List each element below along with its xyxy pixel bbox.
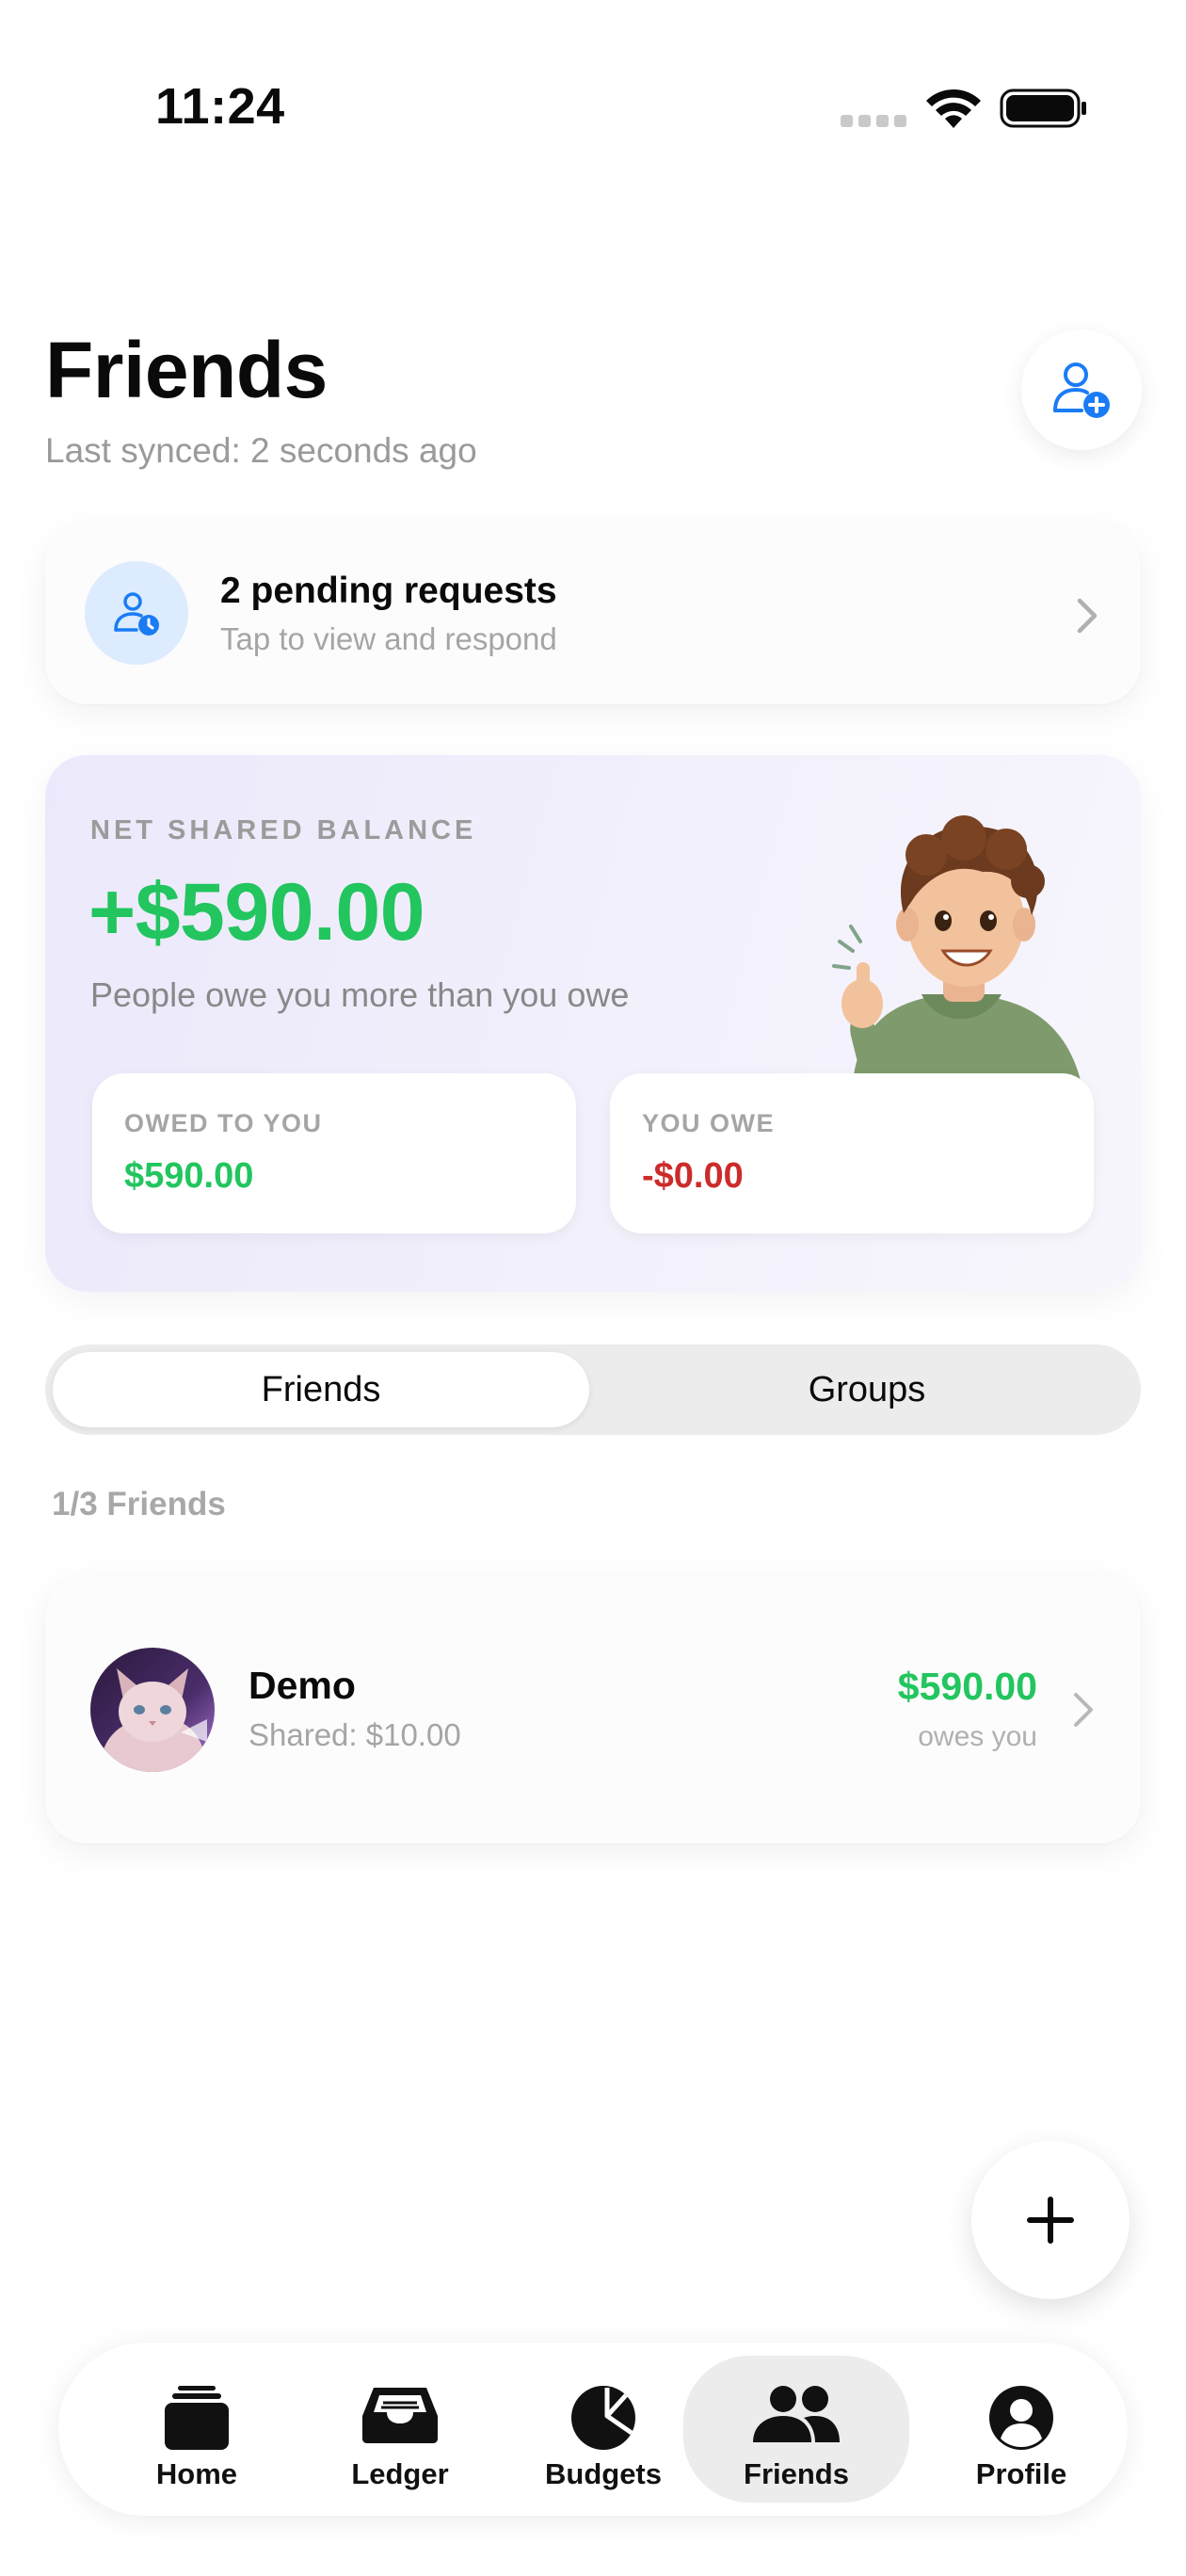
net-balance-amount: +$590.00: [88, 867, 425, 958]
friends-count-label: 1/3 Friends: [52, 1486, 226, 1522]
tab-label: Friends: [744, 2457, 849, 2490]
pie-chart-icon: [571, 2386, 635, 2450]
net-balance-description: People owe you more than you owe: [90, 975, 630, 1014]
status-time: 11:24: [155, 78, 285, 135]
pending-requests-icon-wrap: [85, 561, 188, 665]
chevron-right-icon: [1077, 598, 1098, 634]
friend-row[interactable]: Demo Shared: $10.00 $590.00 owes you: [45, 1574, 1141, 1843]
page-title: Friends: [45, 326, 328, 414]
you-owe-card: YOU OWE -$0.00: [610, 1073, 1094, 1233]
segment-groups[interactable]: Groups: [601, 1352, 1133, 1427]
cellular-signal-icon: [841, 115, 906, 127]
add-friend-button[interactable]: [1021, 330, 1142, 450]
tab-profile[interactable]: Profile: [922, 2356, 1120, 2503]
plus-icon: [1027, 2197, 1074, 2244]
friends-groups-segmented-control: Friends Groups: [45, 1344, 1141, 1435]
battery-icon: [1000, 89, 1086, 128]
net-balance-card: NET SHARED BALANCE +$590.00 People owe y…: [45, 755, 1141, 1292]
person-circle-icon: [989, 2386, 1053, 2450]
cards-stack-icon: [165, 2386, 229, 2450]
pending-requests-title: 2 pending requests: [220, 571, 557, 611]
net-balance-label: NET SHARED BALANCE: [90, 815, 477, 845]
pending-requests-card[interactable]: 2 pending requests Tap to view and respo…: [45, 523, 1141, 704]
segment-friends[interactable]: Friends: [53, 1352, 589, 1427]
people-icon: [753, 2386, 840, 2442]
friend-shared-amount: Shared: $10.00: [248, 1717, 461, 1752]
tab-label: Profile: [975, 2457, 1067, 2490]
cat-avatar-image: [90, 1648, 215, 1772]
tab-label: Budgets: [545, 2457, 662, 2490]
you-owe-value: -$0.00: [642, 1156, 744, 1196]
pending-requests-subtitle: Tap to view and respond: [220, 621, 557, 656]
friend-name: Demo: [248, 1664, 356, 1707]
wifi-icon: [926, 89, 981, 128]
last-synced-text: Last synced: 2 seconds ago: [45, 431, 477, 470]
status-bar: 11:24: [0, 0, 1186, 217]
tab-friends[interactable]: Friends: [683, 2356, 909, 2503]
tab-label: Ledger: [351, 2457, 449, 2490]
owed-to-you-label: OWED TO YOU: [124, 1109, 323, 1137]
person-clock-icon: [114, 592, 159, 636]
tab-budgets[interactable]: Budgets: [505, 2356, 702, 2503]
tab-bar: Home Ledger Budgets Friends Profile: [58, 2343, 1128, 2516]
owed-to-you-card: OWED TO YOU $590.00: [92, 1073, 576, 1233]
thumbs-up-mascot-illustration: [832, 815, 1086, 1111]
add-expense-fab[interactable]: [971, 2141, 1130, 2299]
inbox-tray-icon: [362, 2388, 438, 2443]
tab-home[interactable]: Home: [98, 2356, 296, 2503]
friend-balance-amount: $590.00: [897, 1665, 1037, 1708]
you-owe-label: YOU OWE: [642, 1109, 776, 1137]
tab-ledger[interactable]: Ledger: [301, 2356, 499, 2503]
person-plus-icon: [1053, 362, 1110, 418]
owed-to-you-value: $590.00: [124, 1156, 254, 1196]
avatar: [90, 1648, 215, 1772]
chevron-right-icon: [1074, 1693, 1093, 1727]
friend-balance-status: owes you: [918, 1721, 1037, 1752]
tab-label: Home: [155, 2457, 238, 2490]
